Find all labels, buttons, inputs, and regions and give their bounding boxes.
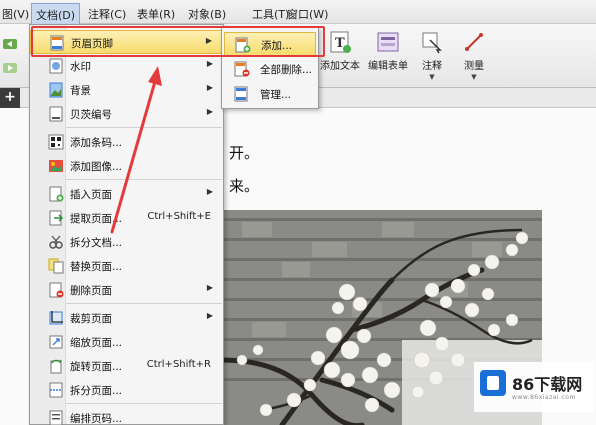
add-text-label: 添加文本 — [320, 61, 360, 72]
new-tab-button[interactable]: + — [0, 88, 20, 108]
edit-form-label: 编辑表单 — [368, 61, 408, 72]
submenu-item-label: 管理... — [260, 89, 292, 101]
delete-all-icon — [234, 61, 250, 77]
add-text-button[interactable]: T 添加文本 — [320, 30, 360, 72]
menu-item-label: 缩放页面... — [70, 337, 123, 349]
background-icon — [49, 82, 63, 98]
forward-arrow-icon[interactable] — [2, 60, 18, 76]
menu-form[interactable]: 表单(R) — [137, 6, 175, 22]
submenu-item-manage[interactable]: 管理... — [224, 82, 316, 106]
annotate-icon — [422, 32, 442, 54]
delete-page-icon — [49, 282, 64, 298]
menu-object[interactable]: 对象(B) — [188, 6, 226, 22]
image-icon — [49, 160, 63, 172]
site-name: 86下载网 — [512, 375, 583, 394]
extract-page-icon — [49, 210, 64, 226]
barcode-icon — [48, 134, 64, 150]
resize-page-icon — [49, 335, 63, 349]
menu-item-label: 裁剪页面 — [70, 313, 112, 325]
document-text-line-2: 来。 — [229, 177, 260, 195]
annotation-arrow-icon — [110, 66, 162, 234]
menu-item-rotate-page[interactable]: 旋转页面... Ctrl+Shift+R — [30, 354, 223, 378]
menu-item-resize-page[interactable]: 缩放页面... — [30, 330, 223, 354]
menu-separator — [66, 303, 222, 304]
split-page-icon — [49, 382, 63, 398]
submenu-arrow-icon: ▶ — [206, 59, 213, 68]
measure-button[interactable]: 测量 ▼ — [462, 30, 486, 81]
menu-item-label: 拆分页面... — [70, 385, 123, 397]
document-text-line-1: 开。 — [229, 144, 260, 162]
submenu-item-delete-all[interactable]: 全部删除... — [224, 57, 316, 81]
menu-item-label: 背景 — [70, 85, 91, 97]
menu-item-delete-page[interactable]: 删除页面 ▶ — [30, 278, 223, 302]
submenu-arrow-icon: ▶ — [206, 311, 213, 320]
menu-item-label: 旋转页面... — [70, 361, 123, 373]
menu-item-split-page[interactable]: 拆分页面... — [30, 378, 223, 402]
submenu-arrow-icon: ▶ — [206, 283, 213, 292]
site-logo-icon — [480, 370, 506, 396]
measure-icon — [465, 33, 483, 51]
annotate-dropdown-icon[interactable]: ▼ — [420, 73, 444, 81]
rotate-page-icon — [50, 359, 62, 374]
measure-label: 测量 — [464, 61, 484, 72]
edit-form-icon — [377, 32, 399, 52]
site-watermark: 86下载网 www.86xiazai.com — [474, 362, 594, 412]
menu-bar: 图(V) 文档(D) 注释(C) 表单(R) 对象(B) 工具(T) 窗口(W) — [0, 0, 596, 27]
submenu-arrow-icon: ▶ — [206, 83, 213, 92]
replace-page-icon — [48, 258, 64, 274]
split-document-icon — [49, 235, 63, 249]
menu-item-label: 水印 — [70, 61, 91, 73]
site-url: www.86xiazai.com — [512, 394, 576, 401]
menu-separator — [66, 403, 222, 404]
menu-item-label: 替换页面... — [70, 261, 123, 273]
shortcut-label: Ctrl+Shift+R — [146, 359, 211, 370]
submenu-item-label: 全部删除... — [260, 64, 313, 76]
menu-item-label: 删除页面 — [70, 285, 112, 297]
page-number-icon — [49, 410, 63, 425]
menu-item-page-number[interactable]: 编排页码... — [30, 406, 223, 425]
menu-view[interactable]: 图(V) — [2, 6, 29, 22]
watermark-icon — [49, 58, 63, 74]
manage-icon — [234, 86, 248, 102]
bates-number-icon — [49, 106, 63, 122]
menu-tools[interactable]: 工具(T) — [252, 6, 289, 22]
submenu-arrow-icon: ▶ — [206, 187, 213, 196]
crop-page-icon — [49, 311, 63, 325]
menu-item-replace-page[interactable]: 替换页面... — [30, 254, 223, 278]
back-arrow-icon[interactable] — [2, 36, 18, 52]
annotate-label: 注释 — [422, 61, 442, 72]
menu-comment[interactable]: 注释(C) — [88, 6, 126, 22]
annotate-button[interactable]: 注释 ▼ — [420, 30, 444, 81]
menu-item-crop-page[interactable]: 裁剪页面 ▶ — [30, 306, 223, 330]
menu-window[interactable]: 窗口(W) — [287, 6, 328, 22]
measure-dropdown-icon[interactable]: ▼ — [462, 73, 486, 81]
insert-page-icon — [49, 186, 64, 202]
add-text-icon: T — [330, 31, 351, 53]
edit-form-button[interactable]: 编辑表单 — [368, 30, 408, 72]
menu-item-label: 编排页码... — [70, 413, 123, 425]
highlight-box — [31, 26, 325, 57]
submenu-arrow-icon: ▶ — [206, 107, 213, 116]
